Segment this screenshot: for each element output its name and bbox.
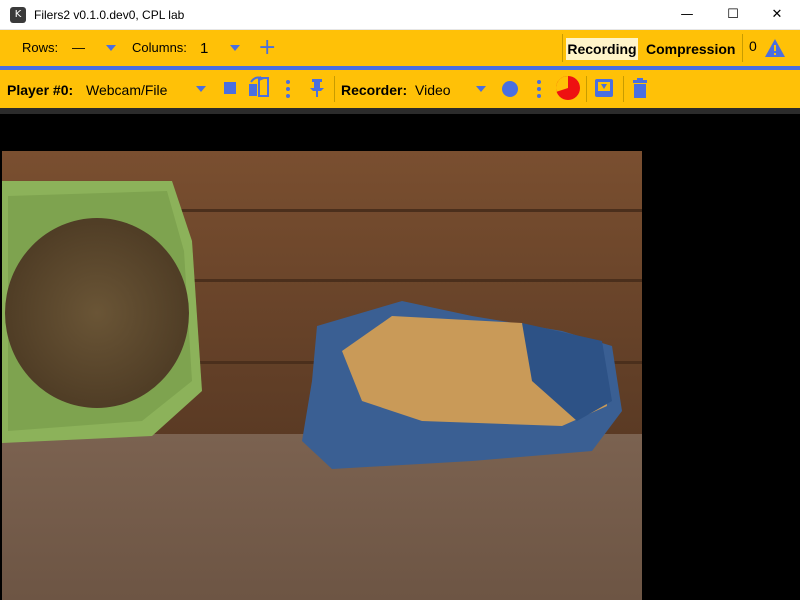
divider — [742, 34, 743, 62]
disk-usage-pie-icon — [555, 75, 581, 106]
pin-icon[interactable] — [309, 78, 325, 103]
save-download-icon[interactable] — [594, 78, 614, 103]
columns-label: Columns: — [132, 40, 187, 55]
player-menu-icon[interactable] — [286, 80, 290, 101]
warning-count: 0 — [749, 38, 757, 54]
divider — [586, 76, 587, 102]
minimize-button[interactable]: — — [664, 0, 710, 30]
rows-dropdown-icon[interactable] — [106, 45, 116, 51]
player-dropdown-icon[interactable] — [196, 86, 206, 92]
rows-label: Rows: — [22, 40, 59, 55]
recorder-dropdown-icon[interactable] — [476, 86, 486, 92]
divider — [623, 76, 624, 102]
rows-value[interactable]: — — [72, 40, 85, 55]
video-feed — [2, 151, 642, 600]
window-titlebar: K Filers2 v0.1.0.dev0, CPL lab — ☐ ✕ — [0, 0, 800, 30]
app-logo-icon: K — [10, 7, 26, 23]
divider — [334, 76, 335, 102]
tab-recording[interactable]: Recording — [566, 38, 638, 60]
recorder-label: Recorder: — [341, 82, 408, 98]
window-title: Filers2 v0.1.0.dev0, CPL lab — [34, 8, 185, 22]
toolbar-shadow — [0, 108, 800, 114]
stop-icon[interactable] — [224, 82, 236, 94]
flip-orientation-icon[interactable] — [247, 76, 271, 103]
record-icon[interactable] — [502, 81, 518, 97]
divider — [562, 34, 563, 62]
player-label: Player #0: — [7, 82, 74, 98]
maximize-button[interactable]: ☐ — [710, 0, 756, 30]
columns-value[interactable]: 1 — [200, 40, 208, 57]
player-source-select[interactable]: Webcam/File — [86, 82, 167, 98]
tab-compression[interactable]: Compression — [646, 41, 735, 57]
close-button[interactable]: ✕ — [754, 0, 800, 30]
warning-triangle-icon[interactable] — [764, 38, 786, 63]
add-player-button[interactable]: + — [258, 37, 276, 59]
recorder-type-select[interactable]: Video — [415, 82, 451, 98]
recorder-menu-icon[interactable] — [537, 80, 541, 101]
player-toolbar: Player #0: Webcam/File Recorder: Video — [0, 70, 800, 108]
columns-dropdown-icon[interactable] — [230, 45, 240, 51]
delete-trash-icon[interactable] — [632, 78, 648, 103]
